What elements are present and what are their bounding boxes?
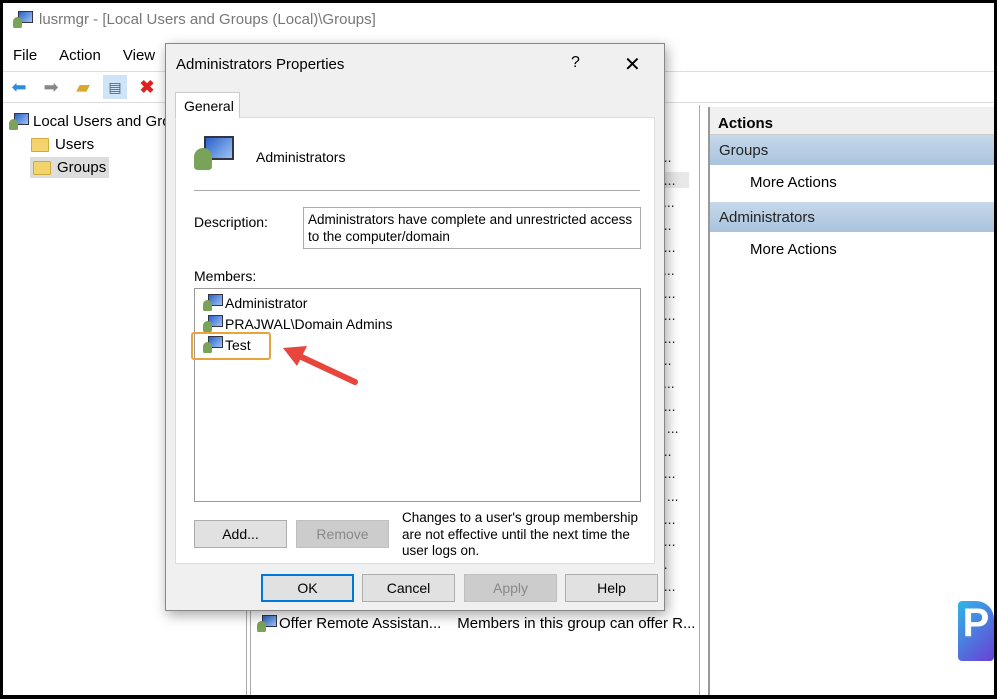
actions-header: Actions <box>710 107 994 135</box>
tree-item-groups[interactable]: Groups <box>30 157 110 178</box>
menu-action[interactable]: Action <box>59 47 101 64</box>
member-name: PRAJWAL\Domain Admins <box>225 315 393 332</box>
member-item[interactable]: PRAJWAL\Domain Admins <box>203 315 393 332</box>
member-name: Administrator <box>225 294 308 311</box>
up-folder-icon[interactable]: ▰ <box>71 75 95 99</box>
tree-root-label: Local Users and Grou <box>33 113 179 130</box>
apply-button[interactable]: Apply <box>464 574 557 602</box>
red-arrow-icon <box>283 346 358 385</box>
window-title: lusrmgr - [Local Users and Groups (Local… <box>39 11 376 28</box>
description-label: Description: <box>194 214 268 230</box>
add-button[interactable]: Add... <box>194 520 287 548</box>
highlight-box <box>191 332 271 360</box>
list-item[interactable]: Offer Remote Assistan... Members in this… <box>257 615 695 632</box>
menu-file[interactable]: File <box>13 47 37 64</box>
tree-root[interactable]: Local Users and Grou <box>9 113 179 130</box>
more-actions-groups[interactable]: More Actions <box>710 165 994 202</box>
menu-view[interactable]: View <box>123 47 155 64</box>
close-icon[interactable]: ✕ <box>624 52 641 77</box>
tab-general[interactable]: General <box>175 92 240 118</box>
show-hide-tree-icon[interactable]: ▤ <box>103 75 127 99</box>
back-icon[interactable]: ⬅ <box>7 75 31 99</box>
remove-button[interactable]: Remove <box>296 520 389 548</box>
actions-pane: Actions Groups More Actions Administrato… <box>708 107 994 695</box>
tree-item-users[interactable]: Users <box>31 136 94 153</box>
group-icon <box>203 315 223 332</box>
ok-button[interactable]: OK <box>261 574 354 602</box>
help-button[interactable]: Help <box>565 574 658 602</box>
members-list[interactable]: Administrator PRAJWAL\Domain Admins Test <box>191 288 641 502</box>
delete-icon[interactable]: ✖ <box>135 75 159 99</box>
cancel-button[interactable]: Cancel <box>362 574 455 602</box>
membership-note: Changes to a user's group membership are… <box>402 510 638 558</box>
tree-item-label: Groups <box>57 159 107 176</box>
title-bar: lusrmgr - [Local Users and Groups (Local… <box>13 11 376 28</box>
divider <box>194 190 640 191</box>
properties-dialog: Administrators Properties ? ✕ General Ad… <box>165 43 665 611</box>
tree-item-label: Users <box>55 136 95 153</box>
group-icon <box>194 136 234 176</box>
group-description: Members in this group can offer R... <box>457 615 696 632</box>
member-item[interactable]: Administrator <box>203 294 307 311</box>
app-icon <box>13 11 33 28</box>
folder-icon <box>33 160 51 175</box>
folder-icon <box>31 137 49 152</box>
dialog-title: Administrators Properties <box>176 56 345 73</box>
more-actions-administrators[interactable]: More Actions <box>710 232 994 269</box>
menu-bar: File Action View <box>13 47 155 64</box>
actions-section-groups[interactable]: Groups <box>710 135 994 165</box>
members-label: Members: <box>194 268 257 284</box>
group-name: Administrators <box>256 149 346 165</box>
group-icon <box>257 615 277 632</box>
help-icon[interactable]: ? <box>571 54 580 72</box>
group-name: Offer Remote Assistan... <box>279 615 442 632</box>
actions-section-administrators[interactable]: Administrators <box>710 202 994 232</box>
general-page: Administrators Description: Administrato… <box>175 117 655 564</box>
user-icon <box>203 294 223 311</box>
forward-icon[interactable]: ➡ <box>39 75 63 99</box>
computer-users-icon <box>9 113 29 130</box>
description-field[interactable]: Administrators have complete and unrestr… <box>303 207 641 249</box>
mmc-window: lusrmgr - [Local Users and Groups (Local… <box>3 3 994 695</box>
watermark-logo: P <box>958 601 994 661</box>
